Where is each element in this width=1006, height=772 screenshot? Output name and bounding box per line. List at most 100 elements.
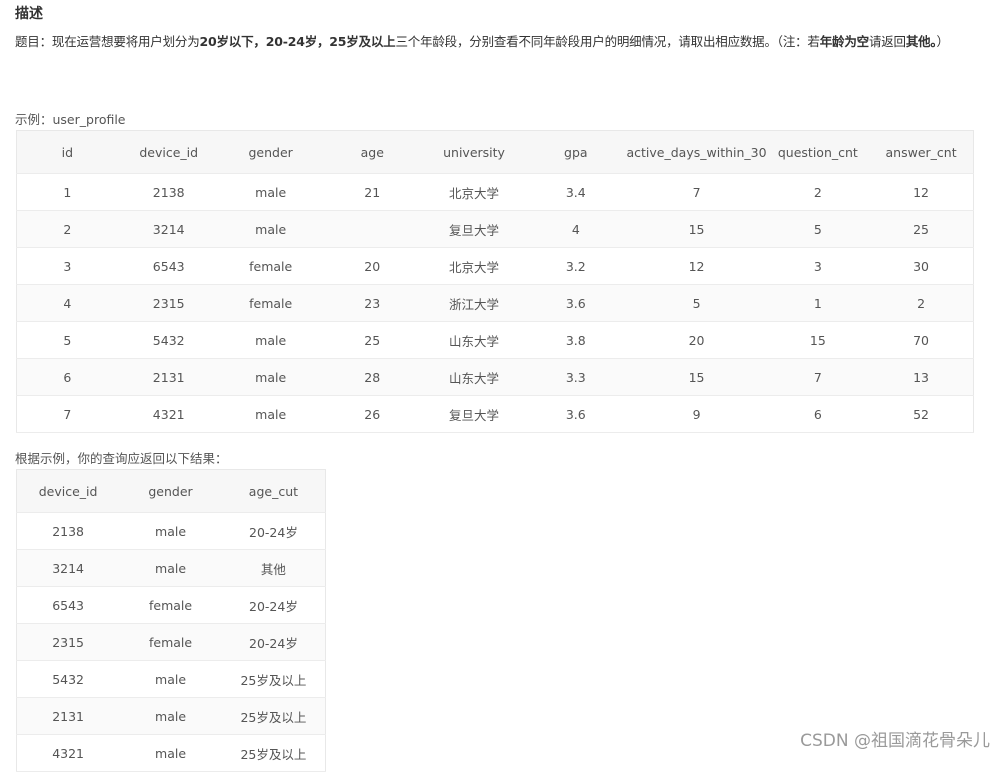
result-caption: 根据示例，你的查询应返回以下结果： <box>15 451 228 466</box>
table-cell: 复旦大学 <box>422 210 526 248</box>
column-header: age_cut <box>221 469 326 513</box>
column-header: university <box>422 130 526 174</box>
table-cell: 13 <box>869 358 974 396</box>
description-text: 题目：现在运营想要将用户划分为 <box>15 34 200 49</box>
table-cell: 2 <box>869 284 974 322</box>
table-cell: 15 <box>626 210 767 248</box>
table-cell: male <box>219 173 322 211</box>
table-cell: 3.3 <box>525 358 627 396</box>
table-cell: 2138 <box>16 512 120 550</box>
table-cell: 6 <box>16 358 118 396</box>
table-cell: 2 <box>766 173 870 211</box>
table-cell: male <box>119 734 222 772</box>
description-emphasis: 年龄为空 <box>819 34 869 49</box>
description-text: 请返回 <box>868 34 906 49</box>
table-cell: 3.6 <box>525 284 627 322</box>
table-cell: 26 <box>321 395 423 433</box>
table-row: 4 2315 female 23 浙江大学 3.6 5 1 2 <box>16 284 974 322</box>
table-cell: 3 <box>766 247 870 285</box>
table-cell: 20 <box>321 247 423 285</box>
table-cell: 28 <box>321 358 423 396</box>
table-cell: 山东大学 <box>422 321 526 359</box>
table-cell: 25 <box>869 210 974 248</box>
table-cell: 30 <box>869 247 974 285</box>
table-cell: male <box>119 549 222 587</box>
table-cell: 25岁及以上 <box>221 734 326 772</box>
table-cell: 7 <box>626 173 767 211</box>
result-table: device_id gender age_cut 2138 male 20-24… <box>16 469 326 772</box>
table-cell: 2138 <box>117 173 220 211</box>
table-row: 2 3214 male 复旦大学 4 15 5 25 <box>16 210 974 248</box>
table-row: 3 6543 female 20 北京大学 3.2 12 3 30 <box>16 247 974 285</box>
table-cell: 9 <box>626 395 767 433</box>
table-cell: 5432 <box>117 321 220 359</box>
table-cell: 3 <box>16 247 118 285</box>
table-cell: 52 <box>869 395 974 433</box>
column-header: device_id <box>117 130 220 174</box>
column-header: gender <box>219 130 322 174</box>
problem-description: 题目：现在运营想要将用户划分为20岁以下，20-24岁，25岁及以上三个年龄段，… <box>15 32 1005 52</box>
table-row: 4321 male 25岁及以上 <box>16 734 326 772</box>
table-cell: 2315 <box>117 284 220 322</box>
table-cell: 6543 <box>117 247 220 285</box>
table-cell: 15 <box>766 321 870 359</box>
example-caption: 示例：user_profile <box>15 112 126 127</box>
table-cell: 2131 <box>16 697 120 735</box>
table-cell: 5 <box>626 284 767 322</box>
csdn-watermark: CSDN @祖国滴花骨朵儿 <box>800 731 990 751</box>
table-cell: 3214 <box>16 549 120 587</box>
table-cell: 北京大学 <box>422 173 526 211</box>
table-cell: 5 <box>16 321 118 359</box>
table-cell: 4 <box>525 210 627 248</box>
table-cell: 4 <box>16 284 118 322</box>
table-cell: 北京大学 <box>422 247 526 285</box>
table-cell: 2315 <box>16 623 120 661</box>
section-title: 描述 <box>15 6 43 22</box>
table-cell: 12 <box>626 247 767 285</box>
table-cell: 20-24岁 <box>221 586 326 624</box>
table-cell <box>321 210 423 248</box>
table-cell: 4321 <box>117 395 220 433</box>
table-cell: female <box>219 284 322 322</box>
table-cell: 3.8 <box>525 321 627 359</box>
column-header: active_days_within_30 <box>626 130 767 174</box>
table-cell: female <box>219 247 322 285</box>
description-text: ） <box>936 34 950 49</box>
column-header: id <box>16 130 118 174</box>
table-cell: 20-24岁 <box>221 512 326 550</box>
table-header-row: device_id gender age_cut <box>16 469 326 513</box>
table-cell: 山东大学 <box>422 358 526 396</box>
table-header-row: id device_id gender age university gpa a… <box>16 130 974 174</box>
table-cell: 5 <box>766 210 870 248</box>
column-header: gender <box>119 469 222 513</box>
table-cell: 浙江大学 <box>422 284 526 322</box>
table-cell: 25岁及以上 <box>221 660 326 698</box>
table-cell: 3.2 <box>525 247 627 285</box>
description-emphasis: 其他。 <box>905 34 937 49</box>
table-cell: 25 <box>321 321 423 359</box>
table-cell: 3.4 <box>525 173 627 211</box>
table-cell: 其他 <box>221 549 326 587</box>
table-cell: 5432 <box>16 660 120 698</box>
table-cell: male <box>119 512 222 550</box>
table-row: 7 4321 male 26 复旦大学 3.6 9 6 52 <box>16 395 974 433</box>
table-cell: 20 <box>626 321 767 359</box>
table-cell: 3214 <box>117 210 220 248</box>
table-cell: 7 <box>766 358 870 396</box>
table-cell: 1 <box>766 284 870 322</box>
table-cell: 4321 <box>16 734 120 772</box>
table-cell: 2131 <box>117 358 220 396</box>
table-cell: 25岁及以上 <box>221 697 326 735</box>
table-row: 2315 female 20-24岁 <box>16 623 326 661</box>
description-emphasis: 20岁以下，20-24岁，25岁及以上 <box>199 34 396 49</box>
table-cell: 20-24岁 <box>221 623 326 661</box>
table-cell: female <box>119 586 222 624</box>
table-cell: 70 <box>869 321 974 359</box>
table-cell: 3.6 <box>525 395 627 433</box>
user-profile-table: id device_id gender age university gpa a… <box>16 130 974 433</box>
table-cell: 1 <box>16 173 118 211</box>
column-header: answer_cnt <box>869 130 974 174</box>
table-cell: 7 <box>16 395 118 433</box>
column-header: device_id <box>16 469 120 513</box>
table-cell: 23 <box>321 284 423 322</box>
